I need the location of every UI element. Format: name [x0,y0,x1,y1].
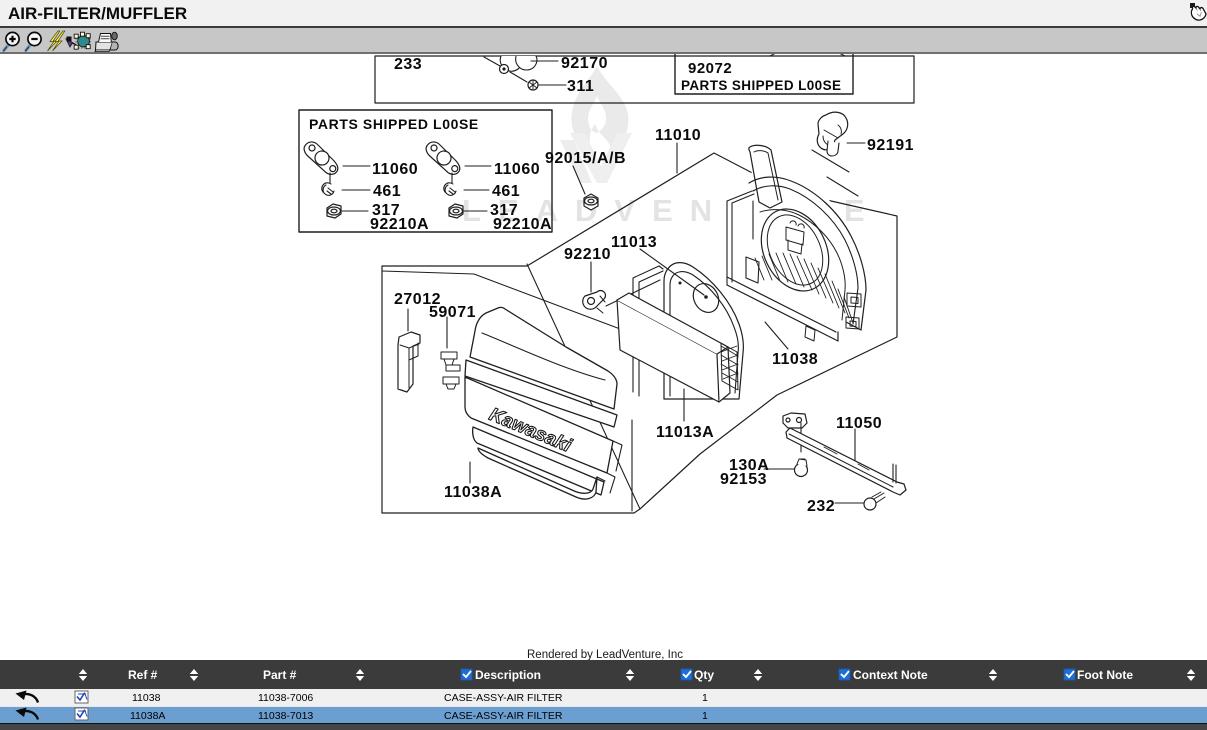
svg-text:11013A: 11013A [656,424,714,441]
svg-text:PARTS SHIPPED L00SE: PARTS SHIPPED L00SE [309,116,479,132]
svg-text:Rendered by LeadVenture, Inc: Rendered by LeadVenture, Inc [527,649,683,660]
svg-text:11010: 11010 [655,127,701,144]
svg-text:11038: 11038 [772,351,818,368]
svg-text:PARTS SHIPPED L00SE: PARTS SHIPPED L00SE [681,78,841,93]
svg-text:92210: 92210 [564,246,611,263]
svg-text:232: 232 [807,498,835,515]
svg-text:92072: 92072 [688,60,732,77]
svg-text:11013: 11013 [611,234,657,251]
svg-text:311: 311 [567,78,594,95]
svg-text:11060: 11060 [494,161,540,178]
svg-text:233: 233 [394,56,422,73]
svg-text:92210A: 92210A [370,216,429,233]
svg-text:92210A: 92210A [493,216,552,233]
svg-text:461: 461 [492,183,520,200]
svg-text:92015/A/B: 92015/A/B [545,150,626,167]
svg-text:59071: 59071 [429,304,476,321]
svg-text:92191: 92191 [867,137,914,154]
svg-text:11038A: 11038A [444,484,502,501]
svg-text:92153: 92153 [720,471,767,488]
svg-text:92170: 92170 [561,55,608,72]
svg-text:11060: 11060 [372,161,418,178]
svg-text:11050: 11050 [836,415,882,432]
svg-text:461: 461 [373,183,401,200]
